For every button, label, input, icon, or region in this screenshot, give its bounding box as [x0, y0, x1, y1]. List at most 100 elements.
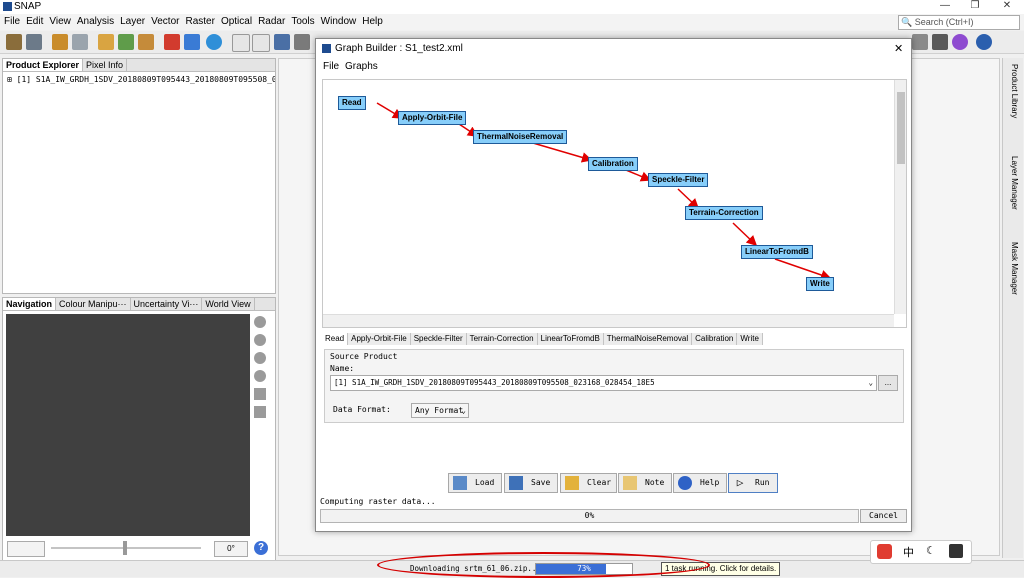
side-tab-mask-manager[interactable]: Mask Manager: [1007, 242, 1019, 322]
note-button[interactable]: Note: [618, 473, 672, 493]
browse-button[interactable]: ...: [878, 375, 898, 391]
op-tab-speckle-filter[interactable]: Speckle-Filter: [410, 333, 467, 345]
expand-icon[interactable]: ⊞: [7, 75, 12, 84]
op-tab-terrain-correction[interactable]: Terrain-Correction: [466, 333, 538, 345]
band-maths-icon[interactable]: [98, 34, 114, 50]
tab-product-explorer[interactable]: Product Explorer: [3, 59, 84, 71]
menu-file[interactable]: File: [4, 14, 20, 30]
draw-polyline-icon[interactable]: [252, 34, 270, 52]
save-button[interactable]: Save: [504, 473, 558, 493]
graph-vertical-scrollbar[interactable]: [894, 80, 906, 314]
sync-cursor-icon[interactable]: [254, 406, 266, 418]
save-product-icon[interactable]: [26, 34, 42, 50]
zoom-in-icon[interactable]: [254, 316, 266, 328]
menu-window[interactable]: Window: [321, 14, 357, 30]
op-tab-thermal-noise-removal[interactable]: ThermalNoiseRemoval: [603, 333, 693, 345]
toolbar-tool-icon-d[interactable]: [976, 34, 992, 50]
menu-help[interactable]: Help: [362, 14, 383, 30]
product-explorer-tabs: Product Explorer Pixel Info: [3, 59, 275, 72]
image-view-icon[interactable]: [184, 34, 200, 50]
menu-vector[interactable]: Vector: [151, 14, 179, 30]
zoom-all-icon[interactable]: [254, 370, 266, 382]
format-chevron-down-icon: ⌄: [461, 406, 466, 415]
toolbar-tool-icon-b[interactable]: [932, 34, 948, 50]
run-button[interactable]: ▷ Run: [728, 473, 778, 493]
menu-edit[interactable]: Edit: [26, 14, 43, 30]
sync-views-icon[interactable]: [254, 388, 266, 400]
data-format-select[interactable]: Any Format ⌄: [411, 403, 469, 418]
clear-button[interactable]: Clear: [560, 473, 617, 493]
node-read[interactable]: Read: [338, 96, 366, 110]
product-tree-item[interactable]: ⊞ [1] S1A_IW_GRDH_1SDV_20180809T095443_2…: [3, 72, 275, 87]
menu-analysis[interactable]: Analysis: [77, 14, 114, 30]
tab-uncertainty-visualisation[interactable]: Uncertainty Vi···: [131, 298, 203, 310]
tab-pixel-info[interactable]: Pixel Info: [83, 59, 128, 71]
node-terrain-correction[interactable]: Terrain-Correction: [685, 206, 763, 220]
zoom-out-icon[interactable]: [254, 334, 266, 346]
minimize-icon[interactable]: —: [930, 0, 960, 14]
undo-icon[interactable]: [52, 34, 68, 50]
rotation-angle-field[interactable]: 0°: [214, 541, 248, 557]
window-title: SNAP: [14, 1, 42, 12]
graph-vertical-scroll-thumb[interactable]: [897, 92, 905, 164]
maximize-icon[interactable]: ❐: [960, 0, 990, 14]
op-tab-read[interactable]: Read: [322, 333, 349, 345]
rotation-slider-handle[interactable]: [123, 541, 127, 555]
menu-radar[interactable]: Radar: [258, 14, 285, 30]
draw-line-icon[interactable]: [232, 34, 250, 52]
ime-logo-icon[interactable]: [877, 544, 892, 559]
ime-skin-icon[interactable]: [949, 544, 963, 558]
side-tab-product-library[interactable]: Product Library: [1007, 64, 1019, 144]
node-speckle-filter[interactable]: Speckle-Filter: [648, 173, 709, 187]
dialog-menu-file[interactable]: File: [323, 61, 339, 72]
dialog-menu-graphs[interactable]: Graphs: [345, 61, 378, 72]
menu-layer[interactable]: Layer: [120, 14, 145, 30]
node-linear-to-fromdb[interactable]: LinearToFromdB: [741, 245, 813, 259]
redo-icon[interactable]: [72, 34, 88, 50]
cancel-button[interactable]: Cancel: [860, 509, 907, 523]
close-icon[interactable]: ✕: [992, 0, 1022, 14]
tab-colour-manipulation[interactable]: Colour Manipu···: [56, 298, 131, 310]
side-tab-layer-manager[interactable]: Layer Manager: [1007, 156, 1019, 236]
menu-view[interactable]: View: [49, 14, 71, 30]
op-tab-linear-to-fromdb[interactable]: LinearToFromdB: [537, 333, 604, 345]
world-view-icon[interactable]: [206, 34, 222, 50]
load-button[interactable]: Load: [448, 473, 502, 493]
dialog-close-icon[interactable]: ✕: [894, 42, 903, 55]
edge-thermal-noise-to-calibration: [532, 142, 593, 163]
product-explorer-panel: Product Explorer Pixel Info ⊞ [1] S1A_IW_…: [2, 58, 276, 294]
filter-icon[interactable]: [118, 34, 134, 50]
op-tab-calibration[interactable]: Calibration: [692, 333, 738, 345]
toolbar-tool-icon-a[interactable]: [912, 34, 928, 50]
right-side-tabs: Product Library Layer Manager Mask Manag…: [1002, 58, 1023, 558]
tab-world-view[interactable]: World View: [202, 298, 255, 310]
menu-tools[interactable]: Tools: [291, 14, 314, 30]
toolbar-tool-icon-c[interactable]: [952, 34, 968, 50]
geo-tool-icon[interactable]: [274, 34, 290, 50]
zoom-pixel-icon[interactable]: [254, 352, 266, 364]
colour-icon[interactable]: [164, 34, 180, 50]
menu-raster[interactable]: Raster: [185, 14, 214, 30]
source-product-select[interactable]: [1] S1A_IW_GRDH_1SDV_20180809T095443_201…: [330, 375, 877, 391]
navigation-help-icon[interactable]: ?: [254, 541, 268, 555]
graph-canvas[interactable]: Read Apply-Orbit-File ThermalNoiseRemova…: [322, 79, 907, 328]
histogram-icon[interactable]: [138, 34, 154, 50]
open-product-icon[interactable]: [6, 34, 22, 50]
ime-chinese-mode-icon[interactable]: 中: [903, 544, 914, 560]
op-tab-apply-orbit-file[interactable]: Apply-Orbit-File: [348, 333, 411, 345]
pin-tool-icon[interactable]: [294, 34, 310, 50]
search-box[interactable]: 🔍 Search (Ctrl+I): [898, 15, 1020, 30]
zoom-factor-field[interactable]: [7, 541, 45, 557]
save-icon: [509, 476, 523, 490]
node-thermal-noise-removal[interactable]: ThermalNoiseRemoval: [473, 130, 568, 144]
node-apply-orbit-file[interactable]: Apply-Orbit-File: [398, 111, 467, 125]
node-calibration[interactable]: Calibration: [588, 157, 638, 171]
help-button[interactable]: Help: [673, 473, 727, 493]
product-name: [1] S1A_IW_GRDH_1SDV_20180809T095443_201…: [16, 75, 275, 84]
op-tab-write[interactable]: Write: [737, 333, 763, 345]
graph-horizontal-scrollbar[interactable]: [323, 314, 894, 327]
ime-moon-icon[interactable]: ☾: [926, 544, 936, 557]
menu-optical[interactable]: Optical: [221, 14, 252, 30]
node-write[interactable]: Write: [806, 277, 834, 291]
tab-navigation[interactable]: Navigation: [3, 298, 57, 310]
